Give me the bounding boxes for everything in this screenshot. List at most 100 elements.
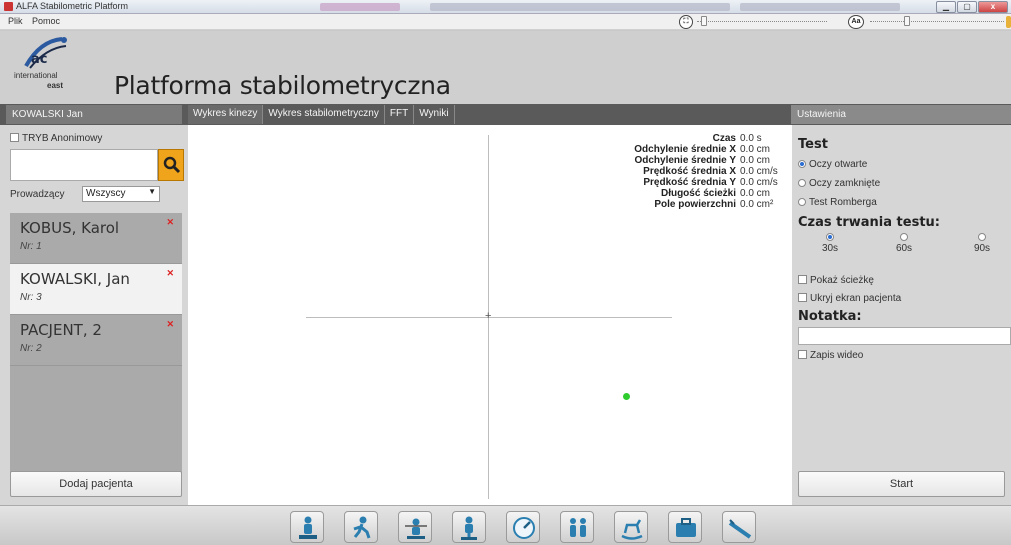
tab-wykres-stabilometryczny[interactable]: Wykres stabilometryczny (263, 105, 385, 124)
anonymous-mode-checkbox[interactable]: TRYB Anonimowy (10, 133, 102, 144)
tab-bar: Wykres kinezy Wykres stabilometryczny FF… (188, 105, 455, 124)
font-size-icon[interactable]: Aa (848, 15, 864, 29)
option-eyes-open[interactable]: Oczy otwarte (798, 159, 867, 170)
tab-strip: KOWALSKI Jan Wykres kinezy Wykres stabil… (0, 104, 1011, 125)
patient-number: Nr: 2 (20, 343, 42, 354)
origin-crosshair-icon: + (485, 310, 492, 322)
duration-label: 60s (895, 243, 913, 254)
stat-value: 0.0 cm (740, 155, 771, 166)
stat-value: 0.0 cm/s (740, 166, 778, 177)
stat-label: Pole powierzchni (654, 199, 736, 210)
radio-button[interactable] (798, 179, 806, 187)
gauge-icon[interactable] (506, 511, 540, 543)
duration-90s[interactable]: 90s (962, 233, 1002, 254)
exercise-toolbar (0, 505, 1011, 545)
delete-patient-icon[interactable]: ✕ (166, 217, 174, 228)
patient-card-kobus[interactable]: KOBUS, Karol Nr: 1 ✕ (10, 213, 182, 264)
checkbox-box[interactable] (798, 275, 807, 284)
patient-number: Nr: 1 (20, 241, 42, 252)
show-path-label: Pokaż ścieżkę (810, 275, 874, 286)
option-label: Oczy otwarte (809, 159, 868, 170)
ramp-icon[interactable] (722, 511, 756, 543)
option-label: Oczy zamknięte (809, 178, 881, 189)
zoom-slider[interactable] (697, 16, 827, 26)
show-path-checkbox[interactable]: Pokaż ścieżkę (798, 275, 874, 286)
patient-card-kowalski[interactable]: KOWALSKI, Jan Nr: 3 ✕ (10, 264, 182, 315)
stat-row: Długość ścieżki 0.0 cm (608, 188, 790, 199)
patient-list: KOBUS, Karol Nr: 1 ✕ KOWALSKI, Jan Nr: 3… (10, 213, 182, 485)
radio-button[interactable] (798, 160, 806, 168)
tab-fft[interactable]: FFT (385, 105, 415, 124)
duration-30s[interactable]: 30s (810, 233, 850, 254)
patient-number: Nr: 3 (20, 292, 42, 303)
standing-person-icon[interactable] (290, 511, 324, 543)
briefcase-icon[interactable] (668, 511, 702, 543)
app-icon (4, 2, 13, 11)
patient-name: KOWALSKI, Jan (20, 270, 130, 288)
menu-pomoc[interactable]: Pomoc (32, 16, 60, 26)
duration-60s[interactable]: 60s (884, 233, 924, 254)
stat-value: 0.0 s (740, 133, 762, 144)
radio-button[interactable] (900, 233, 908, 241)
font-size-slider[interactable] (870, 16, 1004, 26)
stat-row: Odchylenie średnie X 0.0 cm (608, 144, 790, 155)
chevron-down-icon: ▼ (148, 187, 156, 196)
stat-label: Prędkość średnia X (643, 166, 736, 177)
maximize-button[interactable]: ▢ (957, 1, 977, 13)
stat-label: Odchylenie średnie X (634, 144, 736, 155)
settings-panel: Test Oczy otwarte Oczy zamknięte Test Ro… (792, 125, 1011, 505)
close-button[interactable]: x (978, 1, 1008, 13)
stat-value: 0.0 cm (740, 188, 771, 199)
menu-plik[interactable]: Plik (8, 16, 23, 26)
lead-select[interactable]: Wszyscy ▼ (82, 186, 160, 202)
start-button[interactable]: Start (798, 471, 1005, 497)
duration-label: 30s (821, 243, 839, 254)
option-romberg[interactable]: Test Romberga (798, 197, 877, 208)
note-input[interactable] (798, 327, 1011, 345)
tab-wyniki[interactable]: Wyniki (414, 105, 455, 124)
balance-beam-icon[interactable] (398, 511, 432, 543)
delete-patient-icon[interactable]: ✕ (166, 268, 174, 279)
hide-screen-label: Ukryj ekran pacjenta (810, 293, 902, 304)
checkbox-box[interactable] (798, 293, 807, 302)
current-patient-header: KOWALSKI Jan (6, 105, 182, 124)
patient-panel: TRYB Anonimowy Prowadzący Wszyscy ▼ KOBU… (0, 125, 188, 505)
checkbox-box[interactable] (798, 350, 807, 359)
walking-person-icon[interactable] (344, 511, 378, 543)
company-logo: ac international east (14, 36, 94, 96)
two-persons-icon[interactable] (560, 511, 594, 543)
radio-button[interactable] (826, 233, 834, 241)
patient-search-input[interactable] (10, 149, 158, 181)
stat-value: 0.0 cm/s (740, 177, 778, 188)
single-leg-person-icon[interactable] (452, 511, 486, 543)
stat-value: 0.0 cm (740, 144, 771, 155)
tab-wykres-kinezy[interactable]: Wykres kinezy (188, 105, 264, 124)
stat-row: Prędkość średnia Y 0.0 cm/s (608, 177, 790, 188)
hide-screen-checkbox[interactable]: Ukryj ekran pacjenta (798, 293, 901, 304)
video-label: Zapis wideo (810, 350, 864, 361)
checkbox-box[interactable] (10, 133, 19, 142)
settings-header: Ustawienia (791, 105, 1011, 124)
stat-value: 0.0 cm² (740, 199, 774, 210)
zoom-slider-thumb[interactable] (701, 16, 707, 26)
rocking-horse-icon[interactable] (614, 511, 648, 543)
patient-card-pacjent[interactable]: PACJENT, 2 Nr: 2 ✕ (10, 315, 182, 366)
app-header: ac international east Platforma stabilom… (0, 31, 1011, 104)
minimize-button[interactable]: ▁ (936, 1, 956, 13)
logo-east-text: east (47, 81, 64, 90)
stat-label: Czas (712, 133, 736, 144)
note-title: Notatka: (798, 309, 862, 324)
logo-ac-text: ac (31, 52, 48, 67)
fullscreen-icon[interactable]: ⛶ (679, 15, 693, 29)
stats-panel: Czas 0.0 s Odchylenie średnie X 0.0 cm Odc… (608, 133, 790, 210)
radio-button[interactable] (798, 198, 806, 206)
option-eyes-closed[interactable]: Oczy zamknięte (798, 178, 880, 189)
add-patient-button[interactable]: Dodaj pacjenta (10, 471, 182, 497)
font-size-slider-thumb[interactable] (904, 16, 910, 26)
video-checkbox[interactable]: Zapis wideo (798, 350, 863, 361)
search-button[interactable] (158, 149, 184, 181)
radio-button[interactable] (978, 233, 986, 241)
stat-label: Odchylenie średnie Y (634, 155, 736, 166)
patient-name: PACJENT, 2 (20, 321, 102, 339)
delete-patient-icon[interactable]: ✕ (166, 319, 174, 330)
